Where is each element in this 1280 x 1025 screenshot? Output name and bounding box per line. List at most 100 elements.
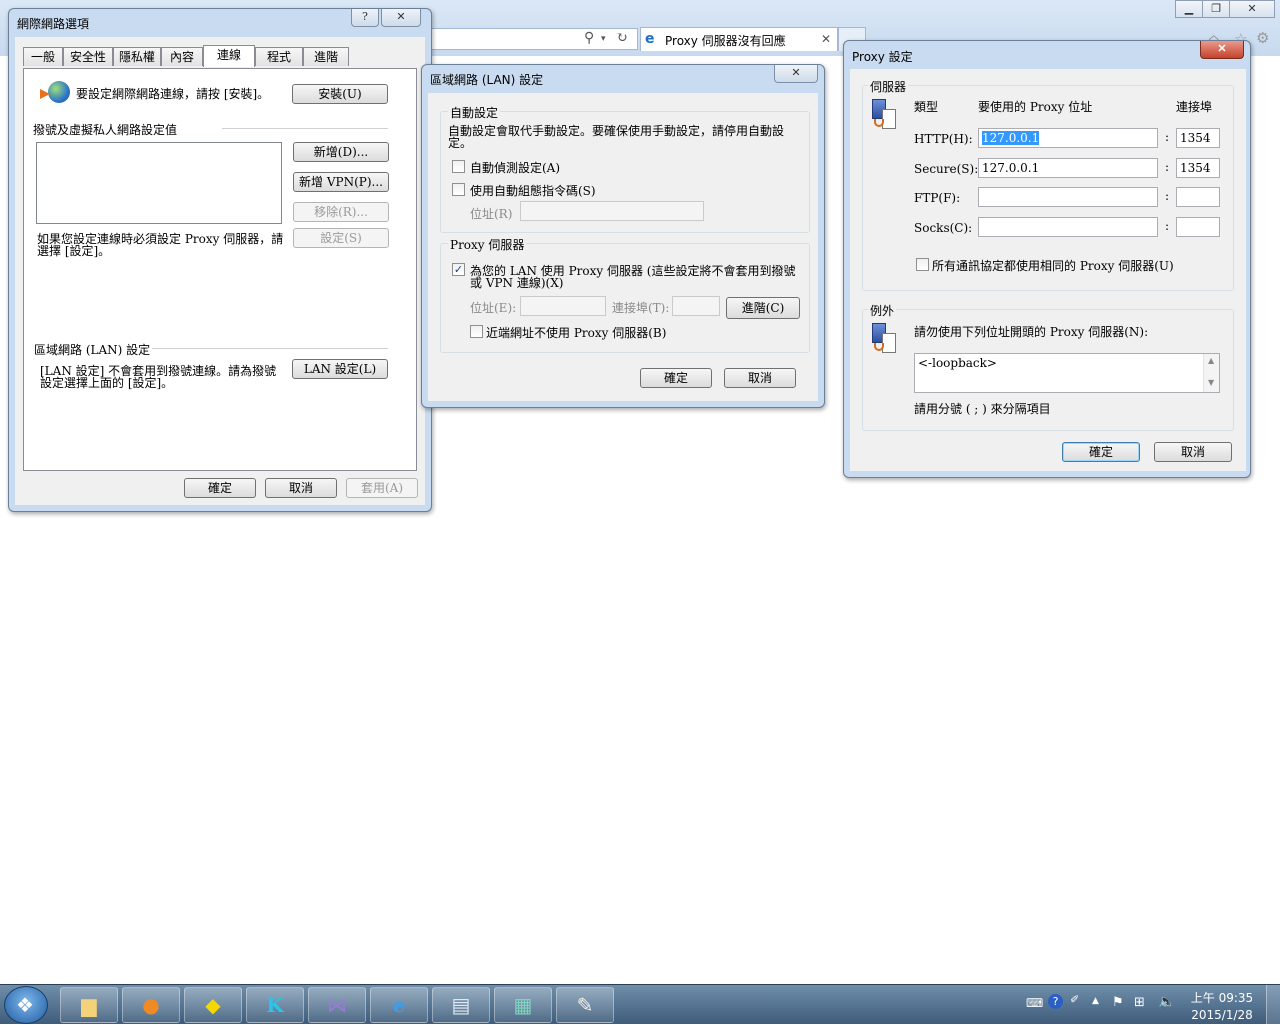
tab-security[interactable]: 安全性 — [63, 47, 113, 66]
browser-tab-label: Proxy 伺服器沒有回應 — [665, 34, 786, 48]
auto-config-desc-line1: 自動設定會取代手動設定。要確保使用手動設定，請停用自動設 — [448, 124, 785, 138]
clock-date: 2015/1/28 — [1191, 1008, 1253, 1022]
scrollbar[interactable]: ▲ ▼ — [1203, 354, 1219, 392]
auto-script-checkbox[interactable] — [452, 183, 465, 196]
separator — [222, 128, 388, 129]
same-proxy-checkbox[interactable] — [916, 258, 929, 271]
column-port: 連接埠 — [1176, 100, 1213, 114]
scroll-up-icon[interactable]: ▲ — [1208, 356, 1214, 365]
close-icon[interactable]: ✕ — [821, 32, 831, 46]
ie-icon: e — [392, 993, 406, 1017]
add-button[interactable]: 新增(D)... — [293, 142, 389, 162]
colon: : — [1165, 160, 1170, 174]
script-address-label: 位址(R) — [470, 207, 513, 221]
close-button[interactable]: ✕ — [381, 9, 421, 27]
connections-list[interactable] — [36, 142, 282, 224]
socks-address-input[interactable] — [978, 217, 1158, 237]
show-hidden-icons-icon[interactable]: ▲ — [1092, 996, 1099, 1006]
proxy-server-heading: Proxy 伺服器 — [448, 236, 527, 253]
ftp-address-input[interactable] — [978, 187, 1158, 207]
tab-privacy[interactable]: 隱私權 — [113, 47, 161, 66]
http-address-value: 127.0.0.1 — [982, 131, 1040, 145]
volume-icon[interactable]: 🔈 — [1158, 994, 1175, 1010]
lan-settings-button[interactable]: LAN 設定(L) — [292, 359, 388, 379]
network-app-taskbar-button[interactable]: ▦ — [494, 987, 552, 1023]
minimize-button[interactable]: ▁ — [1175, 0, 1203, 18]
show-desktop-button[interactable] — [1266, 985, 1280, 1025]
http-label: HTTP(H): — [914, 132, 973, 146]
servers-heading: 伺服器 — [868, 78, 909, 95]
script-address-input[interactable] — [520, 201, 704, 221]
ok-button[interactable]: 確定 — [184, 478, 256, 498]
clock[interactable]: 上午 09:35 2015/1/28 — [1186, 985, 1258, 1025]
network-icon[interactable]: ⊞ — [1134, 995, 1145, 1010]
app-taskbar-button[interactable]: ◆ — [184, 987, 242, 1023]
auto-detect-checkbox[interactable] — [452, 160, 465, 173]
help-button[interactable]: ? — [351, 9, 379, 27]
close-button[interactable]: ✕ — [774, 65, 818, 83]
tab-connections[interactable]: 連線 — [203, 45, 255, 67]
cancel-button[interactable]: 取消 — [724, 368, 796, 388]
colon: : — [1165, 219, 1170, 233]
secure-address-input[interactable]: 127.0.0.1 — [978, 158, 1158, 178]
globe-icon — [40, 79, 70, 105]
flag-icon[interactable]: ⚑ — [1112, 995, 1124, 1010]
visual-studio-taskbar-button[interactable]: ⋈ — [308, 987, 366, 1023]
tab-content[interactable]: 內容 — [161, 47, 203, 66]
refresh-icon[interactable]: ↻ — [616, 30, 628, 46]
auto-script-label: 使用自動組態指令碼(S) — [470, 184, 596, 198]
keyboard-icon[interactable]: ⌨ — [1026, 996, 1043, 1010]
dialog-title: Proxy 設定 — [852, 50, 913, 64]
setup-button[interactable]: 安裝(U) — [292, 84, 388, 104]
settings-button[interactable]: 設定(S) — [293, 228, 389, 248]
firefox-taskbar-button[interactable]: ● — [122, 987, 180, 1023]
chevron-down-icon[interactable]: ▾ — [601, 34, 606, 44]
tab-programs[interactable]: 程式 — [255, 47, 303, 66]
ok-button[interactable]: 確定 — [640, 368, 712, 388]
help-icon[interactable]: ? — [1048, 994, 1063, 1009]
bypass-local-checkbox[interactable] — [470, 325, 483, 338]
setup-text: 要設定網際網路連線，請按 [安裝]。 — [76, 87, 270, 101]
remove-button[interactable]: 移除(R)... — [293, 202, 389, 222]
control-panel-taskbar-button[interactable]: ▤ — [432, 987, 490, 1023]
kmplayer-taskbar-button[interactable]: K — [246, 987, 304, 1023]
restore-button[interactable]: ❐ — [1202, 0, 1230, 18]
proxy-settings-dialog: Proxy 設定 ✕ 伺服器 類型 要使用的 Proxy 位址 連接埠 HTTP… — [843, 40, 1251, 478]
exceptions-hint: 請用分號 ( ; ) 來分隔項目 — [914, 402, 1051, 416]
scroll-down-icon[interactable]: ▼ — [1208, 378, 1214, 387]
cancel-button[interactable]: 取消 — [1154, 442, 1232, 462]
auto-detect-label: 自動偵測設定(A) — [470, 161, 561, 175]
gear-icon[interactable]: ⚙ — [1256, 29, 1269, 47]
search-icon[interactable]: ⚲ — [584, 30, 594, 46]
http-port-input[interactable]: 1354 — [1176, 128, 1220, 148]
advanced-button[interactable]: 進階(C) — [726, 297, 800, 319]
proxy-port-input[interactable] — [672, 296, 720, 316]
address-bar[interactable] — [428, 28, 638, 50]
ok-button[interactable]: 確定 — [1062, 442, 1140, 462]
paint-taskbar-button[interactable]: ✎ — [556, 987, 614, 1023]
browser-close-button[interactable]: ✕ — [1229, 0, 1275, 18]
browser-tab[interactable]: e Proxy 伺服器沒有回應 ✕ — [640, 27, 838, 51]
ie-taskbar-button[interactable]: e — [370, 987, 428, 1023]
tab-advanced[interactable]: 進階 — [303, 47, 349, 66]
explorer-taskbar-button[interactable]: ▆ — [60, 987, 118, 1023]
start-button[interactable]: ❖ — [4, 986, 48, 1024]
add-vpn-button[interactable]: 新增 VPN(P)... — [293, 172, 389, 192]
secure-port-input[interactable]: 1354 — [1176, 158, 1220, 178]
use-proxy-label-line2: 或 VPN 連線)(X) — [470, 276, 564, 290]
exceptions-value: <-loopback> — [918, 356, 997, 370]
use-proxy-checkbox[interactable]: ✓ — [452, 263, 465, 276]
exceptions-textarea[interactable]: <-loopback> ▲ ▼ — [914, 353, 1220, 393]
visual-studio-icon: ⋈ — [327, 993, 347, 1017]
socks-port-input[interactable] — [1176, 217, 1220, 237]
tab-general[interactable]: 一般 — [23, 47, 63, 66]
apply-button[interactable]: 套用(A) — [346, 478, 418, 498]
ftp-port-input[interactable] — [1176, 187, 1220, 207]
auto-config-heading: 自動設定 — [448, 104, 501, 121]
pen-icon[interactable]: ✐ — [1070, 993, 1079, 1006]
yellow-app-icon: ◆ — [205, 993, 221, 1017]
proxy-address-input[interactable] — [520, 296, 606, 316]
close-button[interactable]: ✕ — [1200, 41, 1244, 59]
cancel-button[interactable]: 取消 — [265, 478, 337, 498]
http-address-input[interactable]: 127.0.0.1 — [978, 128, 1158, 148]
